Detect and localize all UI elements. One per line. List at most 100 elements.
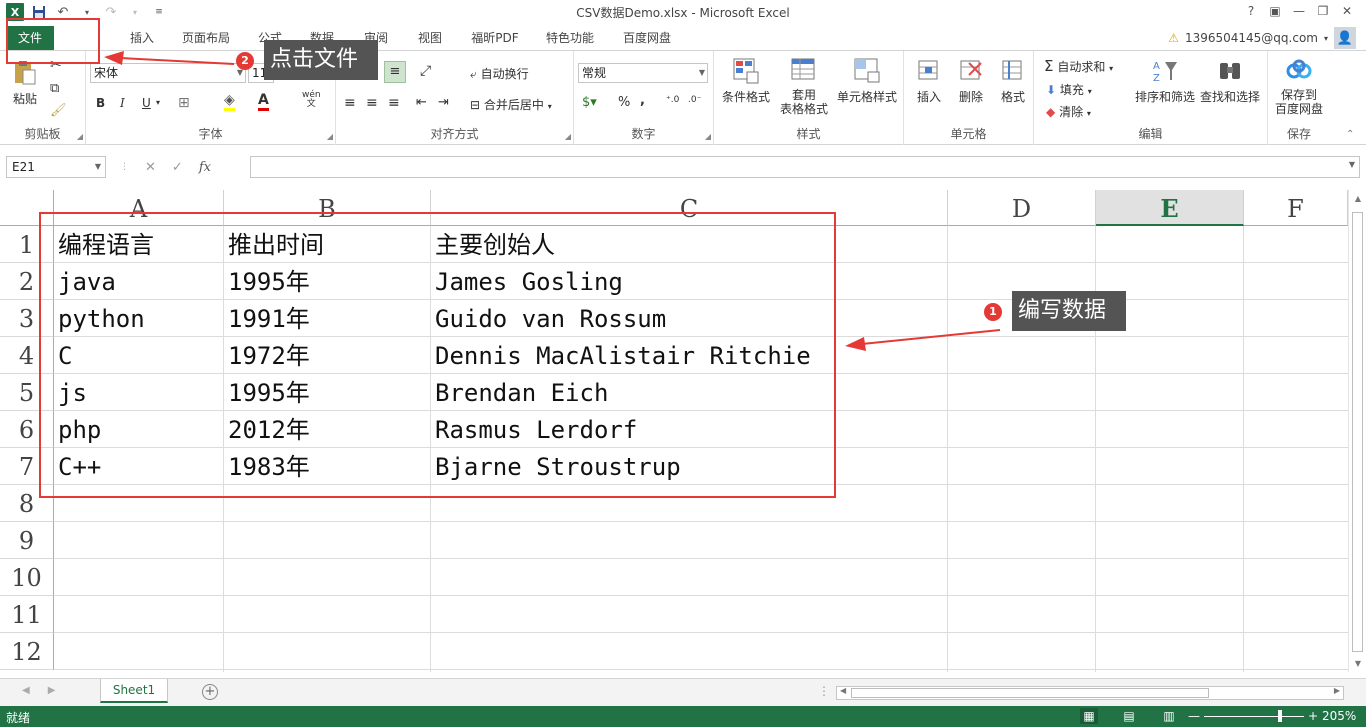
percent-button[interactable]: % — [618, 95, 630, 110]
accounting-format-icon[interactable]: $▾ — [582, 95, 597, 110]
zoom-percentage[interactable]: 205% — [1322, 709, 1356, 723]
row-header-12[interactable]: 12 — [0, 633, 54, 670]
insert-function-icon[interactable]: fx — [199, 160, 211, 175]
scroll-up-icon[interactable]: ▲ — [1349, 194, 1366, 203]
tab-view[interactable]: 视图 — [410, 28, 450, 48]
bold-button[interactable]: B — [96, 96, 105, 110]
align-center-icon[interactable]: ≡ — [366, 95, 378, 111]
avatar[interactable]: 👤 — [1334, 27, 1356, 49]
italic-button[interactable]: I — [120, 96, 125, 110]
add-sheet-icon[interactable]: + — [202, 684, 218, 700]
conditional-format-button[interactable]: 条件格式 — [718, 57, 774, 105]
scroll-right-icon[interactable]: ▶ — [1334, 686, 1340, 695]
increase-indent-icon[interactable]: ⇥ — [438, 95, 449, 110]
cell-styles-button[interactable]: 单元格样式 — [834, 57, 900, 105]
paste-button[interactable]: 粘贴 — [8, 59, 42, 107]
format-as-table-button[interactable]: 套用 表格格式 — [774, 57, 834, 116]
tab-baidu-netdisk[interactable]: 百度网盘 — [614, 28, 680, 48]
scroll-left-icon[interactable]: ◀ — [840, 686, 846, 695]
zoom-in-icon[interactable]: + — [1308, 709, 1318, 723]
phonetic-icon[interactable]: wén 文 — [302, 91, 321, 109]
align-left-icon[interactable]: ≡ — [344, 95, 356, 111]
vertical-scroll-thumb[interactable] — [1352, 212, 1363, 652]
account-area[interactable]: ⚠ 1396504145@qq.com ▾ 👤 — [1168, 27, 1356, 49]
autosum-button[interactable]: Σ 自动求和 ▾ — [1044, 57, 1113, 75]
row-header-10[interactable]: 10 — [0, 559, 54, 596]
find-select-button[interactable]: 查找和选择 — [1198, 57, 1262, 105]
merge-center-button[interactable]: ⊟ 合并后居中 ▾ — [470, 96, 552, 113]
fill-button[interactable]: ⬇ 填充 ▾ — [1046, 81, 1092, 98]
tab-features[interactable]: 特色功能 — [540, 28, 600, 48]
column-header-f[interactable]: F — [1244, 190, 1348, 226]
formula-input[interactable]: ▼ — [250, 156, 1360, 178]
save-to-baidu-button[interactable]: 保存到 百度网盘 — [1270, 57, 1328, 116]
align-bottom-icon[interactable]: ≡ — [384, 61, 406, 83]
account-dropdown-icon[interactable]: ▾ — [1324, 34, 1328, 43]
enter-icon[interactable]: ✓ — [172, 160, 183, 175]
minimize-button[interactable]: — — [1288, 2, 1310, 20]
column-header-d[interactable]: D — [948, 190, 1096, 226]
name-box[interactable]: E21 ▼ — [6, 156, 106, 178]
insert-cells-button[interactable]: 插入 — [910, 57, 948, 105]
delete-cells-button[interactable]: 删除 — [952, 57, 990, 105]
fill-color-icon[interactable]: ◈ — [224, 93, 235, 111]
font-color-icon[interactable]: A — [258, 93, 269, 111]
decrease-decimal-icon[interactable]: .0⁻ — [688, 95, 701, 105]
callout-click-file: 点击文件 — [264, 40, 378, 80]
number-format-select[interactable]: 常规 ▼ — [578, 63, 708, 83]
page-break-view-icon[interactable]: ▥ — [1160, 708, 1178, 724]
border-icon[interactable]: ⊞ — [178, 95, 190, 111]
tab-insert[interactable]: 插入 — [120, 28, 164, 48]
row-header-9[interactable]: 9 — [0, 522, 54, 559]
sort-filter-button[interactable]: AZ 排序和筛选 — [1134, 57, 1196, 105]
column-header-e[interactable]: E — [1096, 190, 1244, 226]
ribbon-display-button[interactable]: ▣ — [1264, 2, 1286, 20]
wrap-text-button[interactable]: ⤶ 自动换行 — [470, 65, 529, 82]
zoom-knob[interactable] — [1278, 709, 1282, 722]
tab-page-layout[interactable]: 页面布局 — [174, 28, 238, 48]
sheet-next-icon[interactable]: ▶ — [48, 685, 56, 696]
zoom-track[interactable] — [1204, 709, 1304, 722]
clipboard-launcher-icon[interactable]: ◢ — [77, 132, 83, 141]
font-group-label: 字体 — [198, 127, 223, 141]
horizontal-scroll-thumb[interactable] — [851, 688, 1209, 698]
number-launcher-icon[interactable]: ◢ — [705, 132, 711, 141]
sheet-prev-icon[interactable]: ◀ — [22, 685, 30, 696]
styles-group: 条件格式 套用 表格格式 单元格样式 样式 — [714, 51, 904, 145]
horizontal-scrollbar[interactable]: ◀ ▶ — [836, 686, 1344, 700]
scroll-down-icon[interactable]: ▼ — [1349, 659, 1366, 668]
collapse-ribbon-icon[interactable]: ⌃ — [1346, 129, 1354, 140]
gridline — [54, 595, 1348, 596]
expand-formula-icon[interactable]: ▼ — [1349, 160, 1355, 169]
orientation-icon[interactable]: ⤢ — [420, 63, 431, 79]
normal-view-icon[interactable]: ▦ — [1080, 708, 1098, 724]
clear-button[interactable]: ◆ 清除 ▾ — [1046, 103, 1091, 120]
page-layout-view-icon[interactable]: ▤ — [1120, 708, 1138, 724]
copy-icon[interactable]: ⧉ — [50, 81, 59, 96]
row-header-11[interactable]: 11 — [0, 596, 54, 633]
font-name-select[interactable]: 宋体 ▼ — [90, 63, 246, 83]
zoom-out-icon[interactable]: — — [1188, 709, 1200, 723]
font-launcher-icon[interactable]: ◢ — [327, 132, 333, 141]
window-controls: ? ▣ — ❐ ✕ — [1240, 2, 1358, 20]
format-painter-icon[interactable]: 🖌 — [50, 103, 67, 118]
help-button[interactable]: ? — [1240, 2, 1262, 20]
underline-dropdown-icon[interactable]: ▾ — [156, 98, 160, 107]
zoom-slider[interactable]: — + — [1188, 709, 1318, 723]
comma-button[interactable]: , — [640, 93, 645, 108]
alignment-launcher-icon[interactable]: ◢ — [565, 132, 571, 141]
close-button[interactable]: ✕ — [1336, 2, 1358, 20]
account-email[interactable]: 1396504145@qq.com — [1185, 31, 1318, 45]
sheet-tab-sheet1[interactable]: Sheet1 — [100, 679, 168, 703]
save-to-baidu-label-2: 百度网盘 — [1274, 102, 1323, 116]
underline-button[interactable]: U — [142, 96, 151, 110]
cancel-icon[interactable]: ✕ — [145, 160, 156, 175]
format-cells-button[interactable]: 格式 — [994, 57, 1032, 105]
increase-decimal-icon[interactable]: ⁺.0 — [666, 95, 679, 105]
restore-button[interactable]: ❐ — [1312, 2, 1334, 20]
tab-split-handle-icon[interactable]: ⋮ — [818, 684, 830, 698]
vertical-scrollbar[interactable]: ▲ ▼ — [1348, 190, 1366, 672]
decrease-indent-icon[interactable]: ⇤ — [416, 95, 427, 110]
align-right-icon[interactable]: ≡ — [388, 95, 400, 111]
tab-foxit-pdf[interactable]: 福昕PDF — [462, 28, 528, 48]
